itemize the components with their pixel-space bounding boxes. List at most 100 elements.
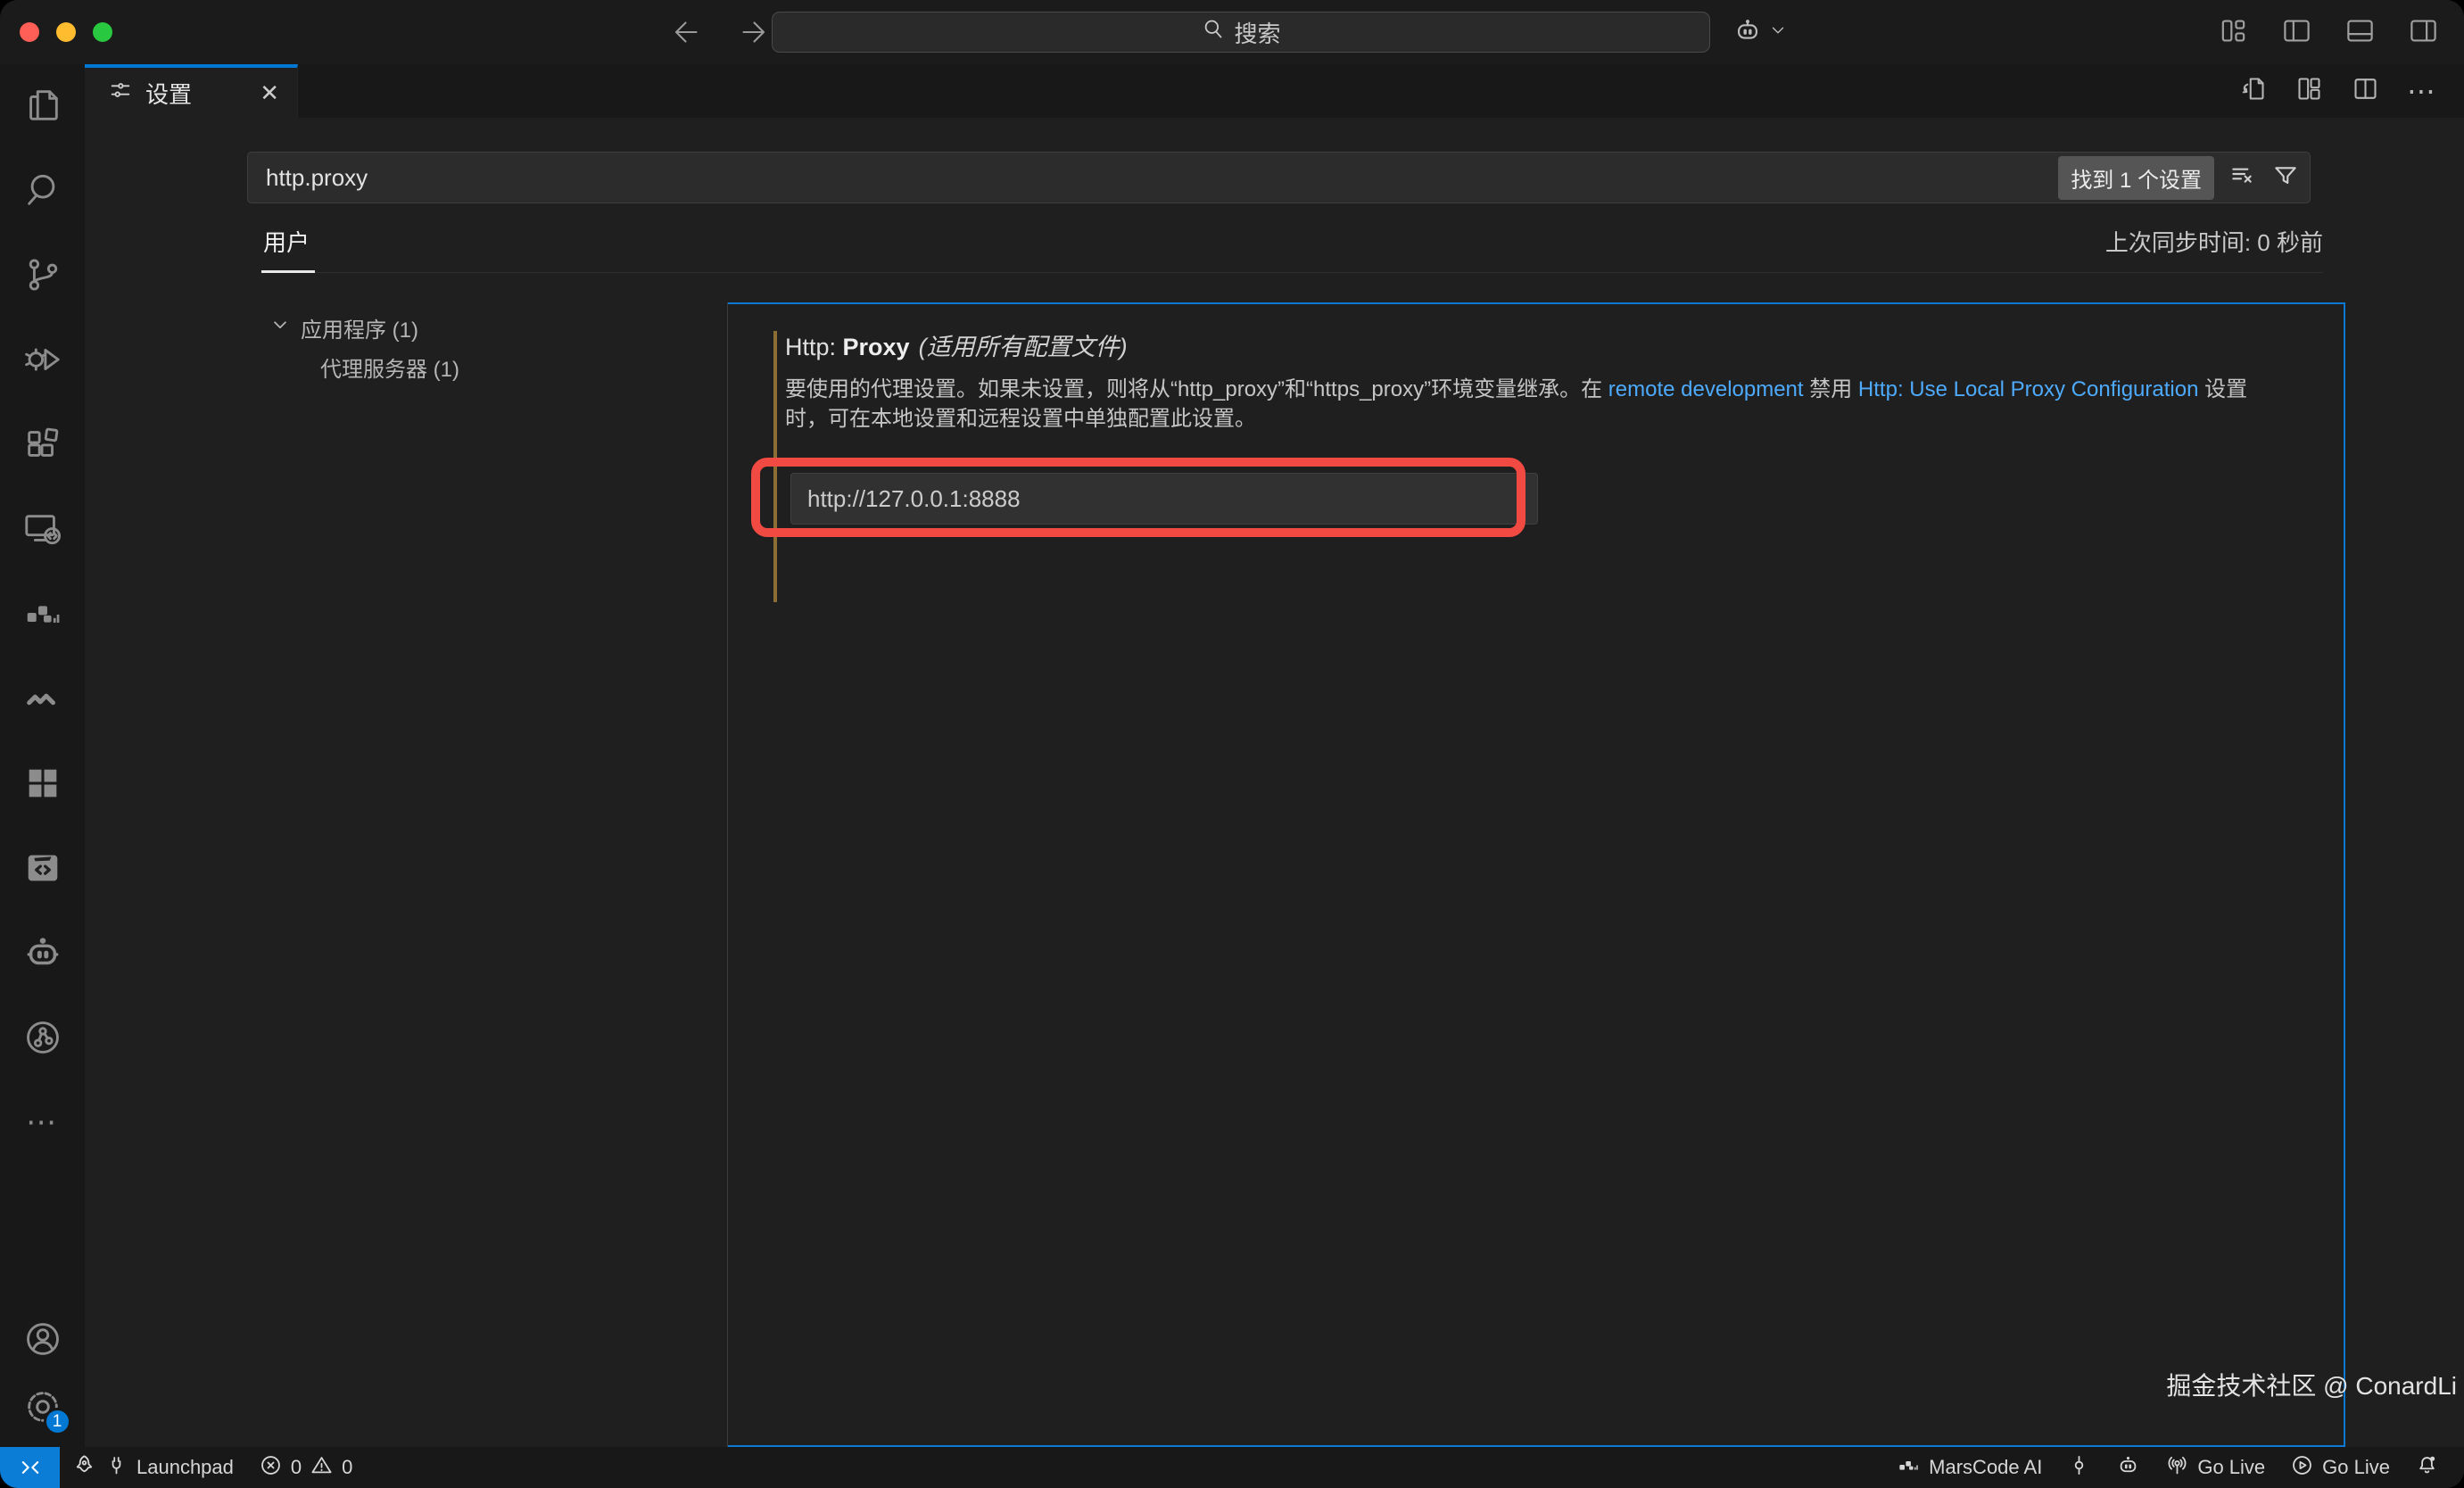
go-back-icon[interactable]: [671, 16, 703, 53]
error-count: 0: [291, 1456, 302, 1479]
window-controls: [20, 22, 112, 42]
wave-extension-icon[interactable]: [22, 678, 63, 719]
robot-icon: [2116, 1453, 2140, 1483]
settings-scope-row: 用户 上次同步时间: 0 秒前: [261, 225, 2323, 273]
blocks-chart-extension-icon[interactable]: [22, 593, 63, 634]
toc-label: 应用程序 (1): [301, 312, 418, 343]
toc-item-application[interactable]: 应用程序 (1): [85, 308, 727, 347]
marscode-logo-icon: [1897, 1453, 1921, 1483]
settings-body: 应用程序 (1) 代理服务器 (1) Http: Proxy(适用所有配置文件)…: [85, 302, 2464, 1447]
close-window-button[interactable]: [20, 22, 39, 42]
tab-settings[interactable]: 设置 ✕: [85, 64, 298, 118]
settings-toc: 应用程序 (1) 代理服务器 (1): [85, 302, 728, 1447]
settings-gear-icon[interactable]: 1: [22, 1386, 63, 1427]
setting-category: Http:: [785, 334, 843, 360]
warning-count: 0: [342, 1456, 352, 1479]
golive-play-item[interactable]: Go Live: [2278, 1447, 2402, 1488]
tab-label: 设置: [145, 77, 192, 110]
results-count-badge: 找到 1 个设置: [2058, 156, 2214, 200]
layout-controls: [2218, 15, 2439, 51]
explorer-icon[interactable]: [22, 85, 63, 126]
modified-indicator: [773, 331, 777, 602]
plug-icon: [104, 1453, 128, 1483]
setting-http-proxy: Http: Proxy(适用所有配置文件) 要使用的代理设置。如果未设置，则将从…: [728, 304, 2344, 525]
run-debug-icon[interactable]: [22, 339, 63, 380]
close-tab-icon[interactable]: ✕: [260, 79, 279, 107]
setting-value-row: [790, 473, 1538, 525]
golive-label: Go Live: [2197, 1456, 2265, 1479]
extensions-icon[interactable]: [22, 424, 63, 465]
right-margin: [2345, 302, 2464, 1447]
search-icon: [1201, 17, 1225, 47]
layout-grid-icon[interactable]: [2294, 74, 2324, 108]
errors-icon: [259, 1453, 283, 1483]
play-circle-icon: [2290, 1453, 2314, 1483]
robot-extension-icon[interactable]: [22, 932, 63, 973]
toggle-secondary-sidebar-icon[interactable]: [2408, 15, 2439, 51]
vscode-window: 搜索 ⋯: [0, 0, 2464, 1488]
more-actions-icon[interactable]: ⋯: [2407, 74, 2437, 108]
tab-bar: 设置 ✕ ⋯: [85, 64, 2464, 118]
more-views-icon[interactable]: ⋯: [22, 1102, 63, 1143]
setting-description: 要使用的代理设置。如果未设置，则将从“http_proxy”和“https_pr…: [785, 375, 2284, 434]
copilot-menu[interactable]: [1732, 12, 1788, 52]
settings-list: Http: Proxy(适用所有配置文件) 要使用的代理设置。如果未设置，则将从…: [728, 302, 2345, 1447]
search-tools: 找到 1 个设置: [2058, 152, 2300, 203]
split-editor-icon[interactable]: [2351, 74, 2380, 108]
command-center-label: 搜索: [1234, 16, 1280, 49]
golive-label: Go Live: [2322, 1456, 2390, 1479]
rocket-icon: [72, 1453, 96, 1483]
activity-bar-bottom: 1: [22, 1319, 63, 1447]
source-control-icon[interactable]: [22, 254, 63, 295]
status-bar: Launchpad 0 0 MarsCode AI Go Live: [0, 1447, 2464, 1488]
launchpad-item[interactable]: Launchpad: [60, 1447, 246, 1488]
customize-layout-icon[interactable]: [2218, 15, 2249, 51]
toc-label: 代理服务器 (1): [320, 351, 459, 383]
zoom-window-button[interactable]: [93, 22, 112, 42]
marscode-item[interactable]: MarsCode AI: [1884, 1447, 2055, 1488]
robot-icon: [1732, 15, 1763, 50]
open-settings-json-icon[interactable]: [2238, 74, 2268, 108]
desc-text: 要使用的代理设置。如果未设置，则将从“http_proxy”和“https_pr…: [785, 377, 1608, 401]
problems-item[interactable]: 0 0: [246, 1447, 366, 1488]
remote-explorer-icon[interactable]: [22, 508, 63, 550]
settings-sliders-icon: [108, 78, 133, 109]
minimize-window-button[interactable]: [56, 22, 76, 42]
titlebar: 搜索: [0, 0, 2464, 64]
toggle-panel-icon[interactable]: [2344, 15, 2376, 51]
scope-tab-user[interactable]: 用户: [261, 225, 315, 273]
sync-status-text: 上次同步时间: 0 秒前: [2105, 225, 2323, 272]
bell-icon: [2415, 1453, 2439, 1483]
code-container-extension-icon[interactable]: [22, 847, 63, 889]
notifications-item[interactable]: [2402, 1447, 2452, 1488]
clear-filters-icon[interactable]: [2228, 161, 2257, 194]
editor-area: 设置 ✕ ⋯ 找到 1 个设置: [85, 64, 2464, 1447]
filter-funnel-icon[interactable]: [2271, 161, 2300, 194]
proxy-value-input[interactable]: [790, 473, 1538, 525]
remote-indicator[interactable]: [0, 1447, 60, 1488]
settings-search-input[interactable]: [247, 152, 2311, 203]
statusbar-right: MarsCode AI Go Live Go Live: [1884, 1447, 2464, 1488]
desc-text: 禁用: [1804, 377, 1858, 401]
commit-item[interactable]: [2055, 1447, 2104, 1488]
command-center-search[interactable]: 搜索: [772, 12, 1710, 53]
search-view-icon[interactable]: [22, 169, 63, 211]
editor-actions: ⋯: [2238, 64, 2464, 118]
share-graph-extension-icon[interactable]: [22, 1017, 63, 1058]
warnings-icon: [310, 1453, 334, 1483]
commit-icon: [2067, 1453, 2091, 1483]
toc-item-proxy[interactable]: 代理服务器 (1): [85, 347, 727, 386]
remote-development-link[interactable]: remote development: [1608, 377, 1804, 401]
go-forward-icon[interactable]: [737, 16, 769, 53]
settings-badge: 1: [44, 1408, 71, 1435]
accounts-icon[interactable]: [22, 1319, 63, 1360]
robot-status-item[interactable]: [2104, 1447, 2153, 1488]
golive-broadcast-item[interactable]: Go Live: [2153, 1447, 2278, 1488]
broadcast-icon: [2165, 1453, 2189, 1483]
setting-title: Http: Proxy(适用所有配置文件): [785, 327, 2344, 362]
grid-extension-icon[interactable]: [22, 763, 63, 804]
chevron-down-icon: [1768, 21, 1788, 45]
launchpad-label: Launchpad: [136, 1456, 234, 1479]
use-local-proxy-link[interactable]: Http: Use Local Proxy Configuration: [1858, 377, 2199, 401]
toggle-primary-sidebar-icon[interactable]: [2281, 15, 2312, 51]
